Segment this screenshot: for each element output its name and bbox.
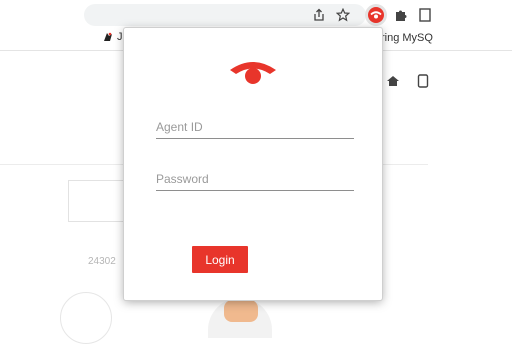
bookmark-label-right: ring MySQ xyxy=(381,32,433,44)
password-input[interactable] xyxy=(156,168,354,191)
background-number: 24302 xyxy=(88,256,116,267)
background-avatar-frame xyxy=(60,292,112,344)
bookmark-favicon-icon xyxy=(104,32,112,41)
brand-logo-icon xyxy=(230,62,276,84)
login-button[interactable]: Login xyxy=(192,246,248,273)
bookmark-label-left: J xyxy=(117,31,123,43)
divider xyxy=(0,164,124,165)
browser-toolbar xyxy=(0,0,512,28)
extension-active-icon[interactable] xyxy=(365,4,387,26)
device-icon[interactable] xyxy=(414,72,432,90)
agent-id-input[interactable] xyxy=(156,116,354,139)
background-avatar-face xyxy=(224,300,258,322)
side-panel-icon[interactable] xyxy=(416,6,434,24)
share-icon[interactable] xyxy=(310,6,328,24)
divider xyxy=(382,164,428,165)
star-icon[interactable] xyxy=(334,6,352,24)
bookmark-item-left[interactable]: J xyxy=(102,31,123,43)
extension-popup: Login xyxy=(124,28,382,300)
bookmark-item-right[interactable]: ring MySQ xyxy=(381,32,433,44)
background-card xyxy=(68,180,125,222)
home-icon[interactable] xyxy=(384,72,402,90)
puzzle-icon[interactable] xyxy=(392,6,410,24)
